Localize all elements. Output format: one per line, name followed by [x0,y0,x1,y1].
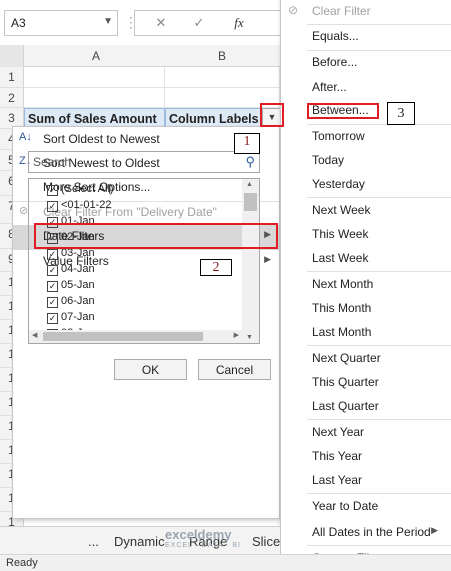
highlight-date-filters [34,223,278,249]
submenu-arrow-icon: ▶ [431,525,438,535]
clear-filter-label: Clear Filter [312,4,371,18]
checkbox[interactable]: ✓ [47,185,58,196]
watermark-name: exceldemy [165,527,232,542]
submenu-next-year[interactable]: Next Year [281,421,451,445]
submenu-this-quarter[interactable]: This Quarter [281,371,451,395]
select-all-corner[interactable] [0,45,24,67]
filter-list-item-label: <01-01-22 [61,199,112,211]
row-header[interactable]: 2 [0,88,24,108]
menu-divider [307,545,451,546]
highlight-between [307,103,379,119]
cancel-entry-icon[interactable]: ✕ [149,15,173,31]
filter-list-item[interactable]: ✓ 04-Jan [39,263,95,279]
submenu-last-month[interactable]: Last Month [281,321,451,345]
sort-oldest-label: Sort Oldest to Newest [43,132,160,146]
status-bar: Ready [0,554,451,571]
checkbox[interactable]: ✓ [47,297,58,308]
submenu-after[interactable]: After... [281,76,451,100]
enter-entry-icon[interactable]: ✓ [187,15,211,31]
sort-ascending-icon: A↓ [19,131,32,143]
column-header-a[interactable]: A [92,49,100,63]
watermark-tagline: EXCEL · DATA · BI [165,542,241,549]
clear-filter-icon: ⊘ [288,3,299,17]
menu-divider [307,419,451,420]
menu-divider [307,493,451,494]
filter-list-item[interactable]: ✓09-Jan [39,343,95,344]
submenu-year-to-date[interactable]: Year to Date [281,495,451,519]
sheet-tab-slice[interactable]: Slice [252,534,280,549]
row-header[interactable]: 1 [0,67,24,88]
column-header-bar: A B [0,45,280,67]
checkbox[interactable]: ✓ [47,281,58,292]
watermark-logo: exceldemy EXCEL · DATA · BI [165,527,241,549]
list-horizontal-scrollbar[interactable]: ◀ ▶ [29,330,242,343]
name-box[interactable]: A3 ▼ [4,10,118,36]
highlight-filter-button [260,103,284,127]
cell-a1[interactable] [24,67,165,88]
checkbox[interactable]: ✓ [47,313,58,324]
submenu-clear-filter: ⊘ Clear Filter [281,0,451,24]
cell-a2[interactable] [24,88,165,108]
submenu-next-quarter[interactable]: Next Quarter [281,347,451,371]
submenu-last-quarter[interactable]: Last Quarter [281,395,451,419]
filter-list-item-label: 07-Jan [61,311,95,323]
filter-list-item[interactable]: ✓ 05-Jan [39,279,95,295]
cancel-button[interactable]: Cancel [198,359,271,380]
checkbox[interactable]: ✓ [47,249,58,260]
submenu-before[interactable]: Before... [281,51,451,75]
column-header-b[interactable]: B [218,49,226,63]
chevron-down-icon[interactable]: ▼ [103,16,113,27]
step-label-2: 2 [200,259,232,276]
step-label-1: 1 [234,133,260,154]
date-filters-submenu: ⊘ Clear Filter Equals... Before... After… [280,0,451,571]
name-box-value: A3 [11,16,26,30]
submenu-this-month[interactable]: This Month [281,297,451,321]
checkbox[interactable]: ✓ [47,265,58,276]
search-icon: ⚲ [245,154,255,169]
submenu-yesterday[interactable]: Yesterday [281,173,451,197]
filter-list-item-label: 05-Jan [61,279,95,291]
formula-buttons: ✕ ✓ fx [134,10,284,36]
submenu-next-week[interactable]: Next Week [281,199,451,223]
filter-list-item-label: 09-Jan [61,343,95,344]
submenu-last-week[interactable]: Last Week [281,247,451,271]
submenu-next-month[interactable]: Next Month [281,273,451,297]
search-placeholder: Search [33,155,72,169]
menu-divider [307,197,451,198]
sheet-tab-dynamic[interactable]: Dynamic [114,534,165,549]
clear-filter-icon: ⊘ [19,205,29,217]
menu-divider [307,345,451,346]
submenu-all-dates-in-period[interactable]: All Dates in the Period ▶ [281,521,451,545]
step-label-3: 3 [387,102,415,125]
submenu-this-week[interactable]: This Week [281,223,451,247]
ok-button[interactable]: OK [114,359,187,380]
search-input[interactable]: Search ⚲ [28,151,260,173]
list-vertical-scrollbar[interactable]: ▲ ▼ [242,179,259,343]
submenu-tomorrow[interactable]: Tomorrow [281,125,451,149]
filter-list-item-label: 06-Jan [61,295,95,307]
checkbox[interactable]: ✓ [47,201,58,212]
filter-list-item-label: (Select All) [61,183,114,195]
filter-list-item[interactable]: ✓ 03-Jan [39,247,95,263]
filter-list-item[interactable]: ✓ (Select All) [39,183,114,199]
filter-list-item[interactable]: ✓ 07-Jan [39,311,95,327]
insert-function-icon[interactable]: fx [227,15,251,31]
submenu-equals[interactable]: Equals... [281,25,451,49]
filter-list-item[interactable]: ✓ <01-01-22 [39,199,111,215]
submenu-this-year[interactable]: This Year [281,445,451,469]
filter-list-item[interactable]: ✓ 06-Jan [39,295,95,311]
all-dates-label: All Dates in the Period [312,525,431,539]
sheet-tabs-overflow[interactable]: ... [88,534,99,549]
submenu-arrow-icon: ▶ [264,254,271,264]
filter-list-item-label: 04-Jan [61,263,95,275]
submenu-last-year[interactable]: Last Year [281,469,451,493]
menu-divider [307,271,451,272]
cell-b1[interactable] [165,67,280,88]
submenu-today[interactable]: Today [281,149,451,173]
